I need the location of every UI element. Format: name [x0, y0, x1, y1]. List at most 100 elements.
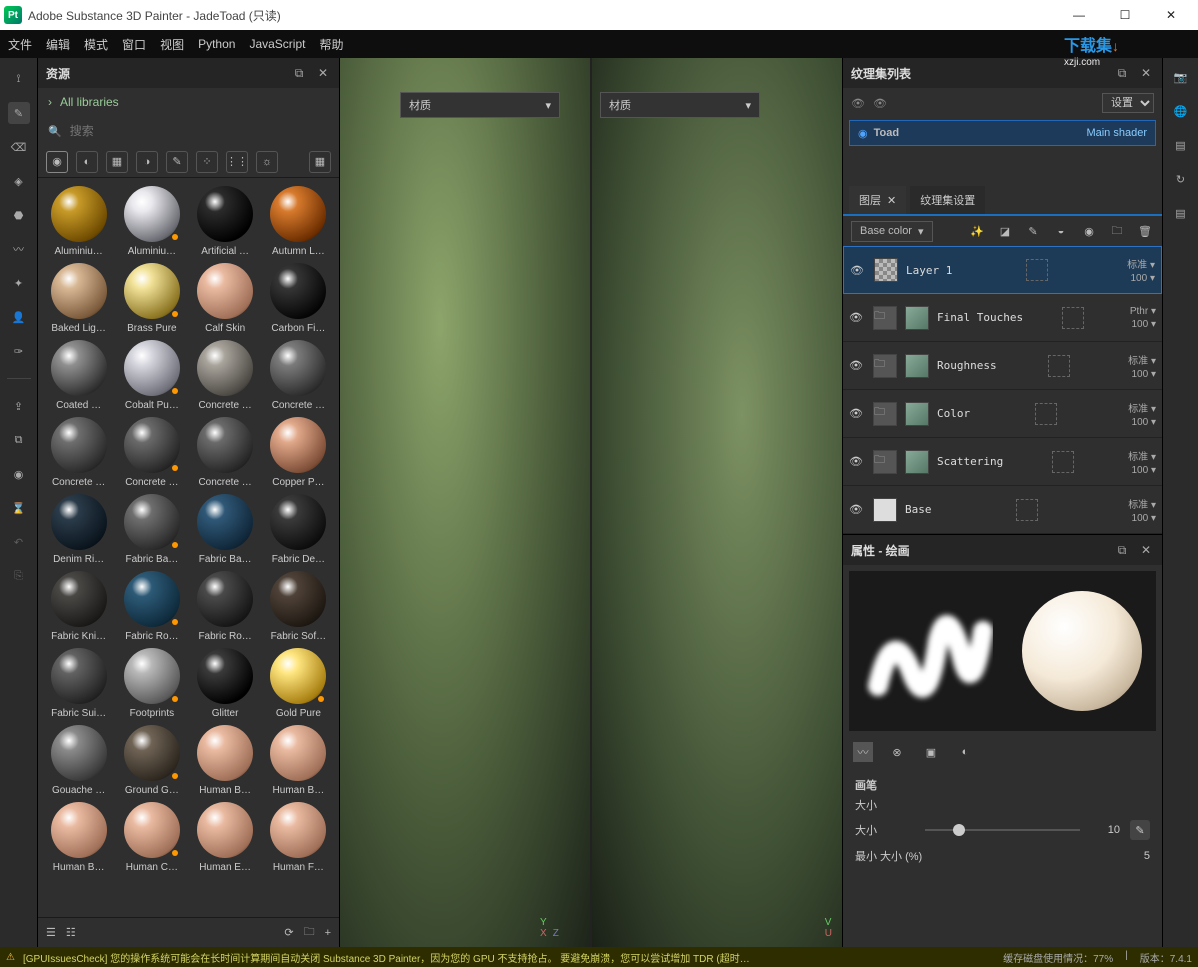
asset-item[interactable]: Artificial … [191, 186, 260, 257]
asset-item[interactable]: Autumn L… [264, 186, 333, 257]
projection-tool-icon[interactable]: ◈ [8, 170, 30, 192]
link-icon[interactable]: ⎘ [8, 565, 30, 587]
eyedropper-tool-icon[interactable]: ✑ [8, 340, 30, 362]
alpha-tab-icon[interactable]: ⊗ [887, 742, 907, 762]
add-folder-icon[interactable]: 🗀 [1108, 222, 1126, 240]
add-icon[interactable]: + [325, 927, 331, 939]
3d-icon[interactable]: ◉ [8, 463, 30, 485]
mask-slot[interactable] [1035, 403, 1057, 425]
eye-icon[interactable]: 👁 [849, 503, 865, 516]
eye-icon[interactable]: 👁 [850, 264, 866, 277]
filter-smart-icon[interactable]: ◐ [76, 151, 98, 173]
close-button[interactable]: ✕ [1148, 0, 1194, 30]
asset-item[interactable]: Human B… [44, 802, 113, 873]
maximize-button[interactable]: ☐ [1102, 0, 1148, 30]
mask-slot[interactable] [1026, 259, 1048, 281]
world-icon[interactable]: 🌐 [1170, 100, 1192, 122]
layer-opacity[interactable]: 100 ▾ [1132, 319, 1156, 330]
brush-tab-icon[interactable]: 〰 [853, 742, 873, 762]
add-paint-icon[interactable]: ✎ [1024, 222, 1042, 240]
asset-item[interactable]: Calf Skin [191, 263, 260, 334]
close-icon[interactable]: ✕ [1138, 542, 1154, 558]
asset-item[interactable]: Carbon Fi… [264, 263, 333, 334]
add-smart-icon[interactable]: ◉ [1080, 222, 1098, 240]
menu-文件[interactable]: 文件 [8, 36, 32, 53]
asset-item[interactable]: Fabric Ro… [191, 571, 260, 642]
hourglass-icon[interactable]: ⌛ [8, 497, 30, 519]
asset-item[interactable]: Glitter [191, 648, 260, 719]
add-fill-icon[interactable]: ◒ [1052, 222, 1070, 240]
asset-item[interactable]: Baked Lig… [44, 263, 113, 334]
layer-opacity[interactable]: 100 ▾ [1132, 417, 1156, 428]
asset-item[interactable]: Fabric Ba… [191, 494, 260, 565]
mask-slot[interactable] [1016, 499, 1038, 521]
asset-item[interactable]: Denim Ri… [44, 494, 113, 565]
asset-item[interactable]: Concrete … [191, 417, 260, 488]
add-mask-icon[interactable]: ◪ [996, 222, 1014, 240]
eye-icon[interactable]: 👁 [849, 407, 865, 420]
asset-item[interactable]: Footprints [117, 648, 186, 719]
undo-icon[interactable]: ↶ [8, 531, 30, 553]
layer-row[interactable]: 👁🗀Roughness标准 ▾100 ▾ [843, 342, 1162, 390]
breadcrumb[interactable]: › All libraries [38, 88, 339, 116]
layer-opacity[interactable]: 100 ▾ [1132, 369, 1156, 380]
layer-opacity[interactable]: 100 ▾ [1132, 513, 1156, 524]
channel-dropdown[interactable]: Base color▾ [851, 221, 933, 242]
asset-item[interactable]: Coated … [44, 340, 113, 411]
viewport[interactable]: ✧ 大小10 ◢ 流量100 ⚭ 笔刷透明度100 间距 材质▾ Y X Z 材… [340, 58, 842, 947]
material-dropdown-3d[interactable]: 材质▾ [400, 92, 560, 118]
refresh-icon[interactable]: ⟳ [284, 926, 293, 939]
texture-set-item[interactable]: ◉ Toad Main shader [849, 120, 1156, 146]
asset-item[interactable]: Fabric Ba… [117, 494, 186, 565]
eraser-tool-icon[interactable]: ⌫ [8, 136, 30, 158]
log-icon[interactable]: ▤ [1170, 202, 1192, 224]
popout-icon[interactable]: ⧉ [1114, 542, 1130, 558]
layer-row[interactable]: 👁🗀Final TouchesPthr ▾100 ▾ [843, 294, 1162, 342]
menu-窗口[interactable]: 窗口 [122, 36, 146, 53]
asset-item[interactable]: Human C… [117, 802, 186, 873]
grid-view-icon[interactable]: ▦ [309, 151, 331, 173]
export-icon[interactable]: ⇪ [8, 395, 30, 417]
asset-item[interactable]: Concrete … [44, 417, 113, 488]
display-icon[interactable]: ▤ [1170, 134, 1192, 156]
layer-opacity[interactable]: 100 ▾ [1131, 273, 1155, 284]
asset-item[interactable]: Gold Pure [264, 648, 333, 719]
eye-icon[interactable]: 👁 [849, 311, 865, 324]
minimize-button[interactable]: — [1056, 0, 1102, 30]
clone-tool-icon[interactable]: ✦ [8, 272, 30, 294]
filter-env-icon[interactable]: ☼ [256, 151, 278, 173]
asset-item[interactable]: Gouache … [44, 725, 113, 796]
shelf2-icon[interactable]: ☷ [66, 926, 76, 939]
filter-brush-icon[interactable]: ✎ [166, 151, 188, 173]
settings-dropdown[interactable]: 设置 [1102, 93, 1154, 113]
open-folder-icon[interactable]: 🗀 [304, 923, 315, 942]
stencil-tab-icon[interactable]: ▣ [921, 742, 941, 762]
asset-item[interactable]: Human B… [191, 725, 260, 796]
menu-Python[interactable]: Python [198, 37, 235, 51]
asset-item[interactable]: Fabric Sof… [264, 571, 333, 642]
asset-item[interactable]: Human E… [191, 802, 260, 873]
blend-mode[interactable]: 标准 ▾ [1128, 352, 1156, 367]
fill-tool-icon[interactable]: ⬣ [8, 204, 30, 226]
asset-item[interactable]: Aluminiu… [44, 186, 113, 257]
delete-icon[interactable]: 🗑 [1136, 222, 1154, 240]
asset-item[interactable]: Concrete … [117, 417, 186, 488]
menu-帮助[interactable]: 帮助 [319, 36, 343, 53]
blend-mode[interactable]: 标准 ▾ [1128, 448, 1156, 463]
filter-tool-icon[interactable]: ⋮⋮ [226, 151, 248, 173]
eye-icon[interactable]: 👁 [851, 97, 865, 110]
filter-alpha-icon[interactable]: ◑ [136, 151, 158, 173]
asset-item[interactable]: Fabric Sui… [44, 648, 113, 719]
material-tab-icon[interactable]: ◐ [955, 742, 975, 762]
eye-icon[interactable]: ◉ [858, 127, 868, 140]
asset-item[interactable]: Concrete … [264, 340, 333, 411]
layer-row[interactable]: 👁Base标准 ▾100 ▾ [843, 486, 1162, 534]
asset-item[interactable]: Cobalt Pu… [117, 340, 186, 411]
asset-item[interactable]: Fabric Kni… [44, 571, 113, 642]
mask-slot[interactable] [1052, 451, 1074, 473]
layer-row[interactable]: 👁🗀Color标准 ▾100 ▾ [843, 390, 1162, 438]
layer-opacity[interactable]: 100 ▾ [1132, 465, 1156, 476]
blend-mode[interactable]: Pthr ▾ [1130, 306, 1156, 317]
size-slider[interactable] [925, 829, 1080, 831]
asset-item[interactable]: Ground G… [117, 725, 186, 796]
